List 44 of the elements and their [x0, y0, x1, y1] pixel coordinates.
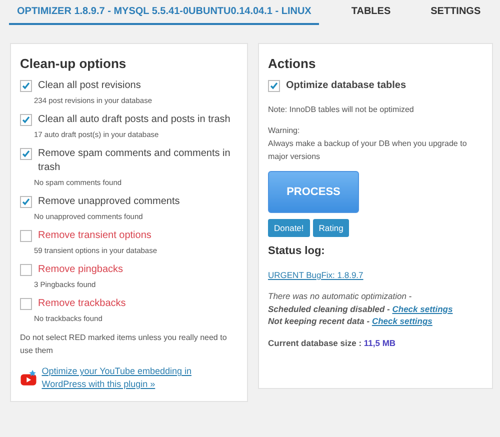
option-label: Remove transient options	[38, 229, 152, 243]
checkbox[interactable]	[20, 264, 32, 276]
option-label: Clean all post revisions	[38, 79, 141, 93]
option-label: Remove pingbacks	[38, 263, 124, 277]
status-text: Not keeping recent data -	[268, 316, 370, 326]
option-label: Remove spam comments and comments in trash	[38, 147, 232, 175]
settings-link[interactable]: Check settings	[392, 304, 453, 314]
status-text: Scheduled cleaning disabled -	[268, 304, 390, 314]
option-label: Clean all auto draft posts and posts in trash	[38, 113, 230, 127]
note-text: InnoDB tables will not be optimized	[289, 105, 414, 114]
checkmark-icon	[22, 150, 30, 158]
checkbox[interactable]	[20, 148, 32, 160]
settings-link[interactable]: Check settings	[372, 316, 432, 326]
panel-title: Actions	[268, 56, 317, 71]
status-title: Status log:	[268, 245, 326, 257]
checkmark-icon	[22, 116, 30, 124]
checkmark-icon	[22, 198, 30, 206]
plugin-link[interactable]: Optimize your YouTube embedding in WordPress with this plugin »	[42, 365, 238, 391]
action-button[interactable]: Donate!	[268, 219, 310, 237]
checkbox[interactable]	[20, 298, 32, 310]
status-text: There was no automatic optimization -	[268, 291, 412, 301]
option-label: Optimize database tables	[286, 79, 406, 93]
checkmark-icon	[270, 82, 278, 90]
nav-tab[interactable]: TABLES	[343, 1, 399, 25]
action-button[interactable]: Rating	[312, 219, 350, 237]
nav-tab[interactable]: OPTIMIZER 1.8.9.7 - MYSQL 5.5.41-0UBUNTU0.14.04.1 - LINUX	[9, 1, 320, 25]
panel-title: Clean-up options	[20, 56, 128, 71]
checkbox[interactable]	[268, 80, 280, 92]
option-label: Remove unapproved comments	[38, 195, 180, 209]
checkmark-icon	[22, 82, 30, 90]
option-label: Remove trackbacks	[38, 297, 126, 311]
note-label: Note:	[268, 105, 288, 114]
checkbox[interactable]	[20, 80, 32, 92]
checkbox[interactable]	[20, 230, 32, 242]
checkbox[interactable]	[20, 114, 32, 126]
checkbox[interactable]	[20, 196, 32, 208]
nav-tab[interactable]: SETTINGS	[422, 1, 489, 25]
process-button[interactable]: PROCESS	[268, 171, 359, 213]
warning-text: Do not select RED marked items unless you really need to use them	[20, 332, 228, 357]
size-label: Current database size :	[268, 338, 362, 348]
warning-label: Warning:	[268, 125, 301, 137]
size-value: 11,5 MB	[364, 338, 396, 348]
bugfix-link[interactable]: URGENT BugFix: 1.8.9.7	[268, 270, 364, 280]
warning-text: Always make a backup of your DB when you upgrade to major versions	[268, 138, 468, 163]
